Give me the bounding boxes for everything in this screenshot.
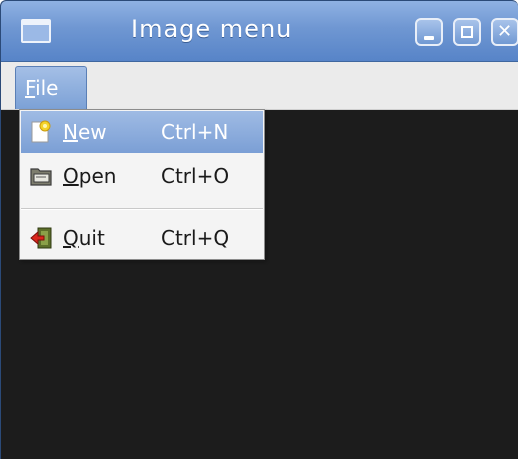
menu-file-label: ile [35,76,59,100]
menu-item-quit-accelerator: Ctrl+Q [161,226,230,250]
maximize-button[interactable] [453,18,481,46]
quit-exit-icon [30,227,52,249]
menu-file[interactable]: File [15,66,87,109]
menu-item-quit-mnemonic: Q [63,226,79,250]
minimize-button[interactable] [415,18,443,46]
menu-separator [21,208,263,210]
application-window: Image menu ✕ File New Ctrl+N Open Ctrl+O… [0,0,518,459]
title-bar[interactable]: Image menu ✕ [1,1,518,62]
menu-item-new-mnemonic: N [63,120,78,144]
file-dropdown-menu: New Ctrl+N Open Ctrl+O Quit Ctrl+Q [19,109,265,260]
menu-item-open-mnemonic: O [63,164,79,188]
menu-item-new-label: ew [77,120,107,144]
maximize-icon [461,26,473,38]
menu-item-open-accelerator: Ctrl+O [161,164,230,188]
menu-item-quit[interactable]: Quit Ctrl+Q [21,217,263,259]
minimize-icon [424,36,434,40]
menu-item-quit-label: uit [78,226,105,250]
menu-bar: File [1,62,518,110]
close-button[interactable]: ✕ [491,18,518,46]
menu-file-mnemonic: F [25,76,36,100]
close-icon: ✕ [497,21,513,42]
menu-item-open-label: pen [78,164,117,188]
open-folder-icon [30,168,52,186]
menu-item-new-accelerator: Ctrl+N [161,120,229,144]
menu-item-open[interactable]: Open Ctrl+O [21,155,263,197]
new-document-icon [31,120,51,143]
window-title: Image menu [131,15,293,43]
window-app-icon[interactable] [21,19,51,43]
menu-item-new[interactable]: New Ctrl+N [21,111,263,153]
